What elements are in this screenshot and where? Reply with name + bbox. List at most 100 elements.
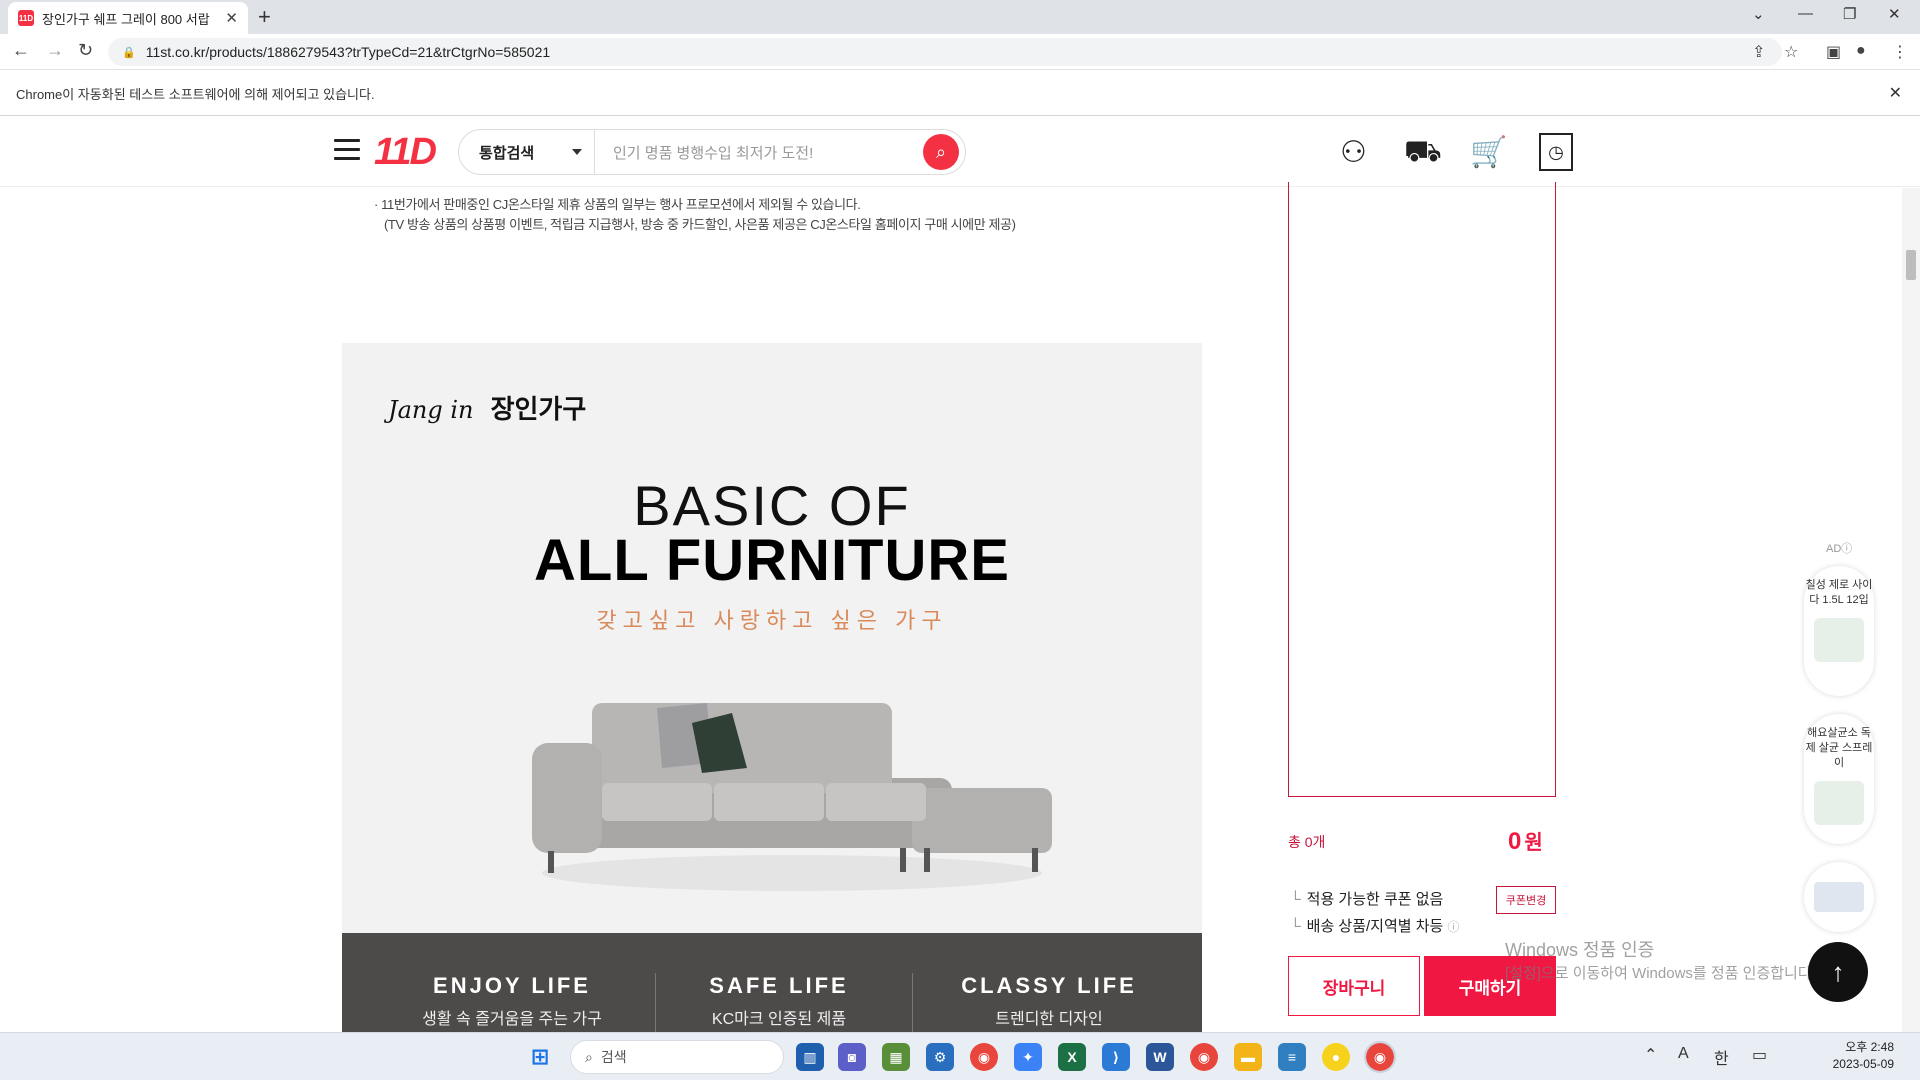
url-text: 11st.co.kr/products/1886279543?trTypeCd=… [145,44,551,60]
hamburger-menu-icon[interactable] [334,139,360,161]
notice-line-2: (TV 방송 상품의 상품평 이벤트, 적립금 지급행사, 방송 중 카드할인,… [384,217,1016,232]
share-icon[interactable]: ⇪ [1752,42,1765,62]
windows-taskbar: ⊞ ⌕ 검색 ▥ ◙ ▦ ⚙ ◉ ✦ X ⟩ W ◉ ▬ ≡ ● ◉ ⌃ A 한… [0,1032,1920,1080]
feature-title: SAFE LIFE [709,973,849,998]
side-panel-icon[interactable]: ▣ [1826,42,1841,62]
recent-viewed-icon[interactable]: ◷ [1539,133,1573,171]
tab-title: 장인가구 쉐프 그레이 800 서랍 [42,11,210,27]
search-bar: 통합검색 인기 명품 병행수입 최저가 도전! ⌕ [458,129,966,175]
scroll-to-top-button[interactable]: ↑ [1808,942,1868,1002]
search-category-label: 통합검색 [479,144,535,162]
feature-subtitle: 생활 속 즐거움을 주는 가구 [422,1011,602,1028]
ime-mode-hangul[interactable]: 한 [1714,1045,1729,1069]
feature-classy-life: CLASSY LIFE 트렌디한 디자인 [919,973,1179,1029]
feature-divider [912,973,913,1033]
copilot-icon[interactable]: ✦ [1014,1043,1042,1071]
option-selection-box[interactable] [1288,182,1556,797]
windows-activation-message: [설정]으로 이동하여 Windows를 정품 인증합니다. [1505,965,1816,982]
notepad-icon[interactable]: ≡ [1278,1043,1306,1071]
info-icon[interactable]: ⓘ [1841,543,1852,555]
address-bar[interactable]: 🔒 11st.co.kr/products/1886279543?trTypeC… [108,38,1782,66]
settings-gear-icon[interactable]: ⚙ [926,1043,954,1071]
notice-line-1: · 11번가에서 판매중인 CJ온스타일 제휴 상품의 일부는 행사 프로모션에… [374,197,861,212]
add-to-cart-button[interactable]: 장바구니 [1288,956,1420,1016]
excel-icon[interactable]: X [1058,1043,1086,1071]
site-favicon-icon: 11D [18,10,34,26]
scrollbar-thumb[interactable] [1906,250,1916,280]
site-header: 11D 통합검색 인기 명품 병행수입 최저가 도전! ⌕ ⚇ ⛟ 🛒 ◷ [0,117,1920,187]
feature-subtitle: KC마크 인증된 제품 [711,1011,847,1028]
new-tab-icon[interactable]: + [258,4,271,30]
feature-strip: ENJOY LIFE 생활 속 즐거움을 주는 가구 SAFE LIFE KC마… [342,933,1202,1033]
vscode-icon[interactable]: ⟩ [1102,1043,1130,1071]
system-clock[interactable]: 오후 2:48 2023-05-09 [1833,1039,1894,1073]
reload-icon[interactable]: ↻ [78,40,93,61]
caret-down-icon [572,149,582,155]
clock-time: 오후 2:48 [1845,1040,1894,1054]
file-explorer-icon[interactable]: ▬ [1234,1043,1262,1071]
arrow-up-icon: ↑ [1831,956,1845,987]
sticky-app-icon[interactable]: ● [1322,1043,1350,1071]
ad-label: ADⓘ [1826,543,1853,555]
ime-mode-a[interactable]: A [1678,1045,1689,1063]
more-menu-icon[interactable]: ⋮ [1892,42,1908,62]
browser-tab[interactable]: 11D 장인가구 쉐프 그레이 800 서랍 ✕ [8,2,248,34]
product-banner: Jang in 장인가구 BASIC OF ALL FURNITURE 갖고싶고… [342,343,1202,1033]
search-button[interactable]: ⌕ [923,134,959,170]
coupon-change-button[interactable]: 쿠폰변경 [1496,886,1556,914]
coupon-note: └ 적용 가능한 쿠폰 없음 [1290,888,1443,909]
shipping-note-text: 배송 상품/지역별 차등 [1306,918,1444,935]
browser-tab-strip: 11D 장인가구 쉐프 그레이 800 서랍 ✕ + ⌄ — ❐ ✕ [0,0,1920,34]
taskbar-search-label: 검색 [600,1049,627,1065]
clock-date: 2023-05-09 [1832,1057,1894,1071]
total-price: 0원 [1508,826,1543,856]
forward-arrow-icon[interactable]: → [46,40,64,61]
tray-chevron-up-icon[interactable]: ⌃ [1644,1045,1657,1065]
shopping-cart-icon[interactable]: 🛒 [1470,135,1507,170]
bookmark-star-icon[interactable]: ☆ [1784,42,1798,62]
teams-chat-icon[interactable]: ◙ [838,1043,866,1071]
ad-card[interactable]: 해요살균소 독제 살균 스프레이 [1804,714,1874,844]
tab-search-chevron-icon[interactable]: ⌄ [1752,5,1765,23]
brand-script: Jang in [388,396,474,424]
user-account-icon[interactable]: ⚇ [1340,135,1367,170]
chrome-active-icon[interactable]: ◉ [1364,1041,1396,1073]
ad-product-image [1814,618,1864,662]
brand-logo: Jang in 장인가구 [388,389,586,426]
search-input[interactable]: 인기 명품 병행수입 최저가 도전! [595,142,923,163]
windows-start-icon[interactable]: ⊞ [526,1043,554,1071]
profile-avatar-icon[interactable]: ● [1856,42,1866,60]
delivery-truck-icon[interactable]: ⛟ [1404,135,1442,173]
close-infobar-icon[interactable]: ✕ [1889,83,1902,103]
site-logo[interactable]: 11D [374,131,437,174]
search-icon: ⌕ [935,141,947,162]
infobar-message: Chrome이 자동화된 테스트 소프트웨어에 의해 제어되고 있습니다. [16,86,375,102]
network-speaker-icon[interactable]: ▭ [1752,1045,1767,1065]
search-category-select[interactable]: 통합검색 [459,130,595,174]
photos-icon[interactable]: ▦ [882,1043,910,1071]
ad-card[interactable] [1804,862,1874,932]
close-tab-icon[interactable]: ✕ [225,9,238,27]
search-icon: ⌕ [585,1048,593,1065]
ad-card-text: 해요살균소 독제 살균 스프레이 [1805,727,1873,769]
info-icon[interactable]: ⓘ [1448,920,1460,934]
brand-name: 장인가구 [490,395,587,425]
back-arrow-icon[interactable]: ← [12,40,30,61]
page-scrollbar[interactable] [1902,188,1920,1033]
price-unit: 원 [1524,832,1543,854]
task-view-icon[interactable]: ▥ [796,1043,824,1071]
maximize-icon[interactable]: ❐ [1843,5,1856,23]
feature-safe-life: SAFE LIFE KC마크 인증된 제품 [649,973,909,1029]
ad-card[interactable]: 칠성 제로 사이다 1.5L 12입 [1804,566,1874,696]
close-window-icon[interactable]: ✕ [1888,5,1901,23]
chrome-icon[interactable]: ◉ [1190,1043,1218,1071]
chrome-icon[interactable]: ◉ [970,1043,998,1071]
automation-infobar: Chrome이 자동화된 테스트 소프트웨어에 의해 제어되고 있습니다. ✕ [0,71,1920,116]
feature-title: CLASSY LIFE [961,973,1137,998]
price-value: 0 [1508,828,1522,855]
sofa-image [532,703,1052,891]
banner-tagline: 갖고싶고 사랑하고 싶은 가구 [596,608,948,633]
minimize-icon[interactable]: — [1798,5,1813,22]
word-icon[interactable]: W [1146,1043,1174,1071]
taskbar-search[interactable]: ⌕ 검색 [570,1040,784,1074]
